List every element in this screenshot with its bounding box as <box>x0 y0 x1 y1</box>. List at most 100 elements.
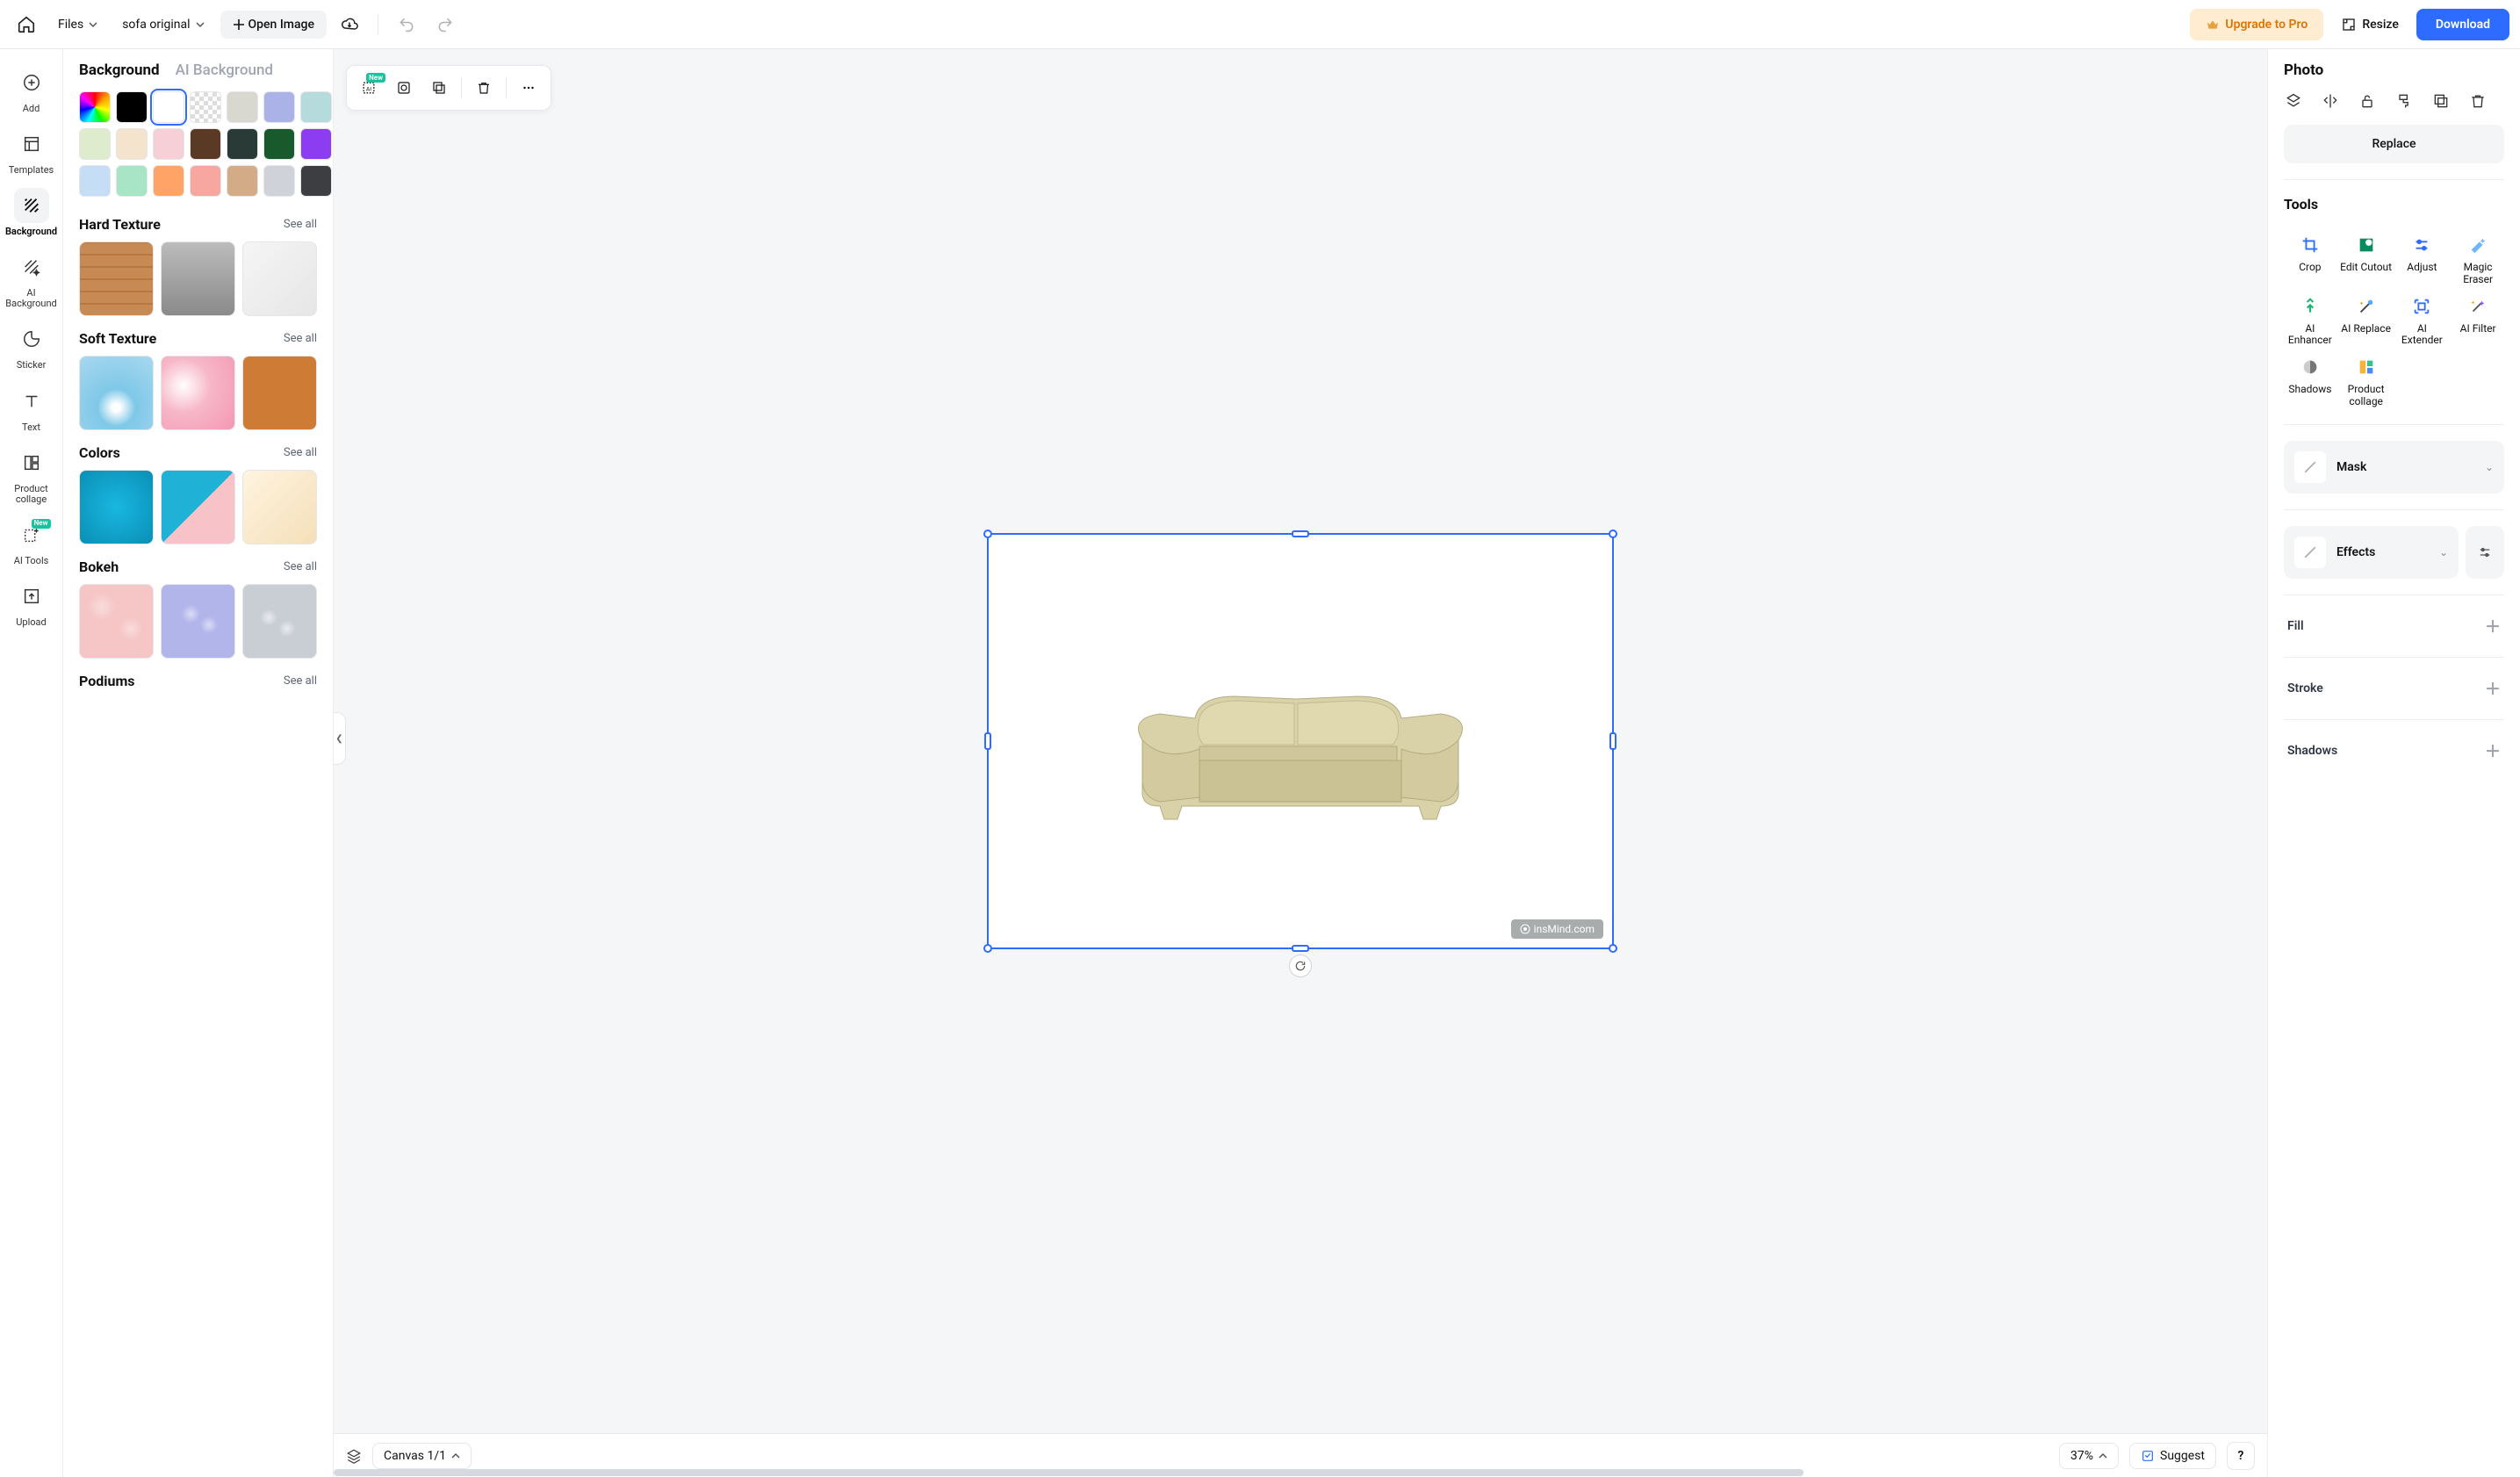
download-button[interactable]: Download <box>2416 9 2509 40</box>
rail-item-text[interactable]: Text <box>0 378 62 438</box>
color-swatch[interactable] <box>153 91 184 123</box>
rail-item-templates[interactable]: Templates <box>0 121 62 181</box>
bg-thumb-concrete[interactable] <box>161 241 235 316</box>
effects-adjust-button[interactable] <box>2466 526 2504 579</box>
canvas-selector[interactable]: Canvas 1/1 <box>372 1443 472 1469</box>
resize-handle-tr[interactable] <box>1609 530 1617 538</box>
stroke-row[interactable]: Stroke ＋ <box>2284 674 2504 703</box>
bg-thumb-leather[interactable] <box>242 356 317 430</box>
rail-item-ai-background[interactable]: AI Background <box>0 244 62 314</box>
mask-button[interactable] <box>387 71 421 104</box>
resize-handle-tl[interactable] <box>983 530 992 538</box>
tab-background[interactable]: Background <box>79 61 160 79</box>
see-all-link[interactable]: See all <box>284 218 317 231</box>
more-button[interactable] <box>512 71 545 104</box>
color-swatch[interactable] <box>153 165 184 197</box>
color-swatch[interactable] <box>190 91 221 123</box>
layers-button[interactable] <box>346 1448 362 1464</box>
zoom-selector[interactable]: 37% <box>2059 1443 2119 1469</box>
color-swatch[interactable] <box>227 165 258 197</box>
tool-crop[interactable]: Crop <box>2284 234 2336 286</box>
bg-thumb-split[interactable] <box>161 470 235 544</box>
color-swatch[interactable] <box>116 91 148 123</box>
resize-handle-br[interactable] <box>1609 944 1617 953</box>
lock-button[interactable] <box>2358 91 2377 111</box>
flip-button[interactable] <box>2321 91 2340 111</box>
tool-ai-filter[interactable]: AI Filter <box>2452 295 2504 348</box>
see-all-link[interactable]: See all <box>284 446 317 459</box>
resize-handle-b[interactable] <box>1292 945 1309 952</box>
resize-handle-r[interactable] <box>1609 732 1616 750</box>
see-all-link[interactable]: See all <box>284 674 317 688</box>
open-image-button[interactable]: Open Image <box>220 11 327 39</box>
see-all-link[interactable]: See all <box>284 332 317 345</box>
color-swatch[interactable] <box>263 91 295 123</box>
color-swatch[interactable] <box>190 165 221 197</box>
color-swatch[interactable] <box>79 91 111 123</box>
redo-button[interactable] <box>429 9 461 40</box>
tool-edit-cutout[interactable]: Edit Cutout <box>2340 234 2393 286</box>
canvas[interactable]: insMind.com <box>989 535 1612 947</box>
color-swatch[interactable] <box>227 128 258 160</box>
delete-button[interactable] <box>467 71 500 104</box>
horizontal-scrollbar[interactable] <box>334 1469 2267 1476</box>
replace-button[interactable]: Replace <box>2284 125 2504 163</box>
rail-item-ai-tools[interactable]: New AI Tools <box>0 512 62 572</box>
color-swatch[interactable] <box>79 128 111 160</box>
mask-accordion[interactable]: Mask ⌄ <box>2284 441 2504 494</box>
color-swatch[interactable] <box>263 128 295 160</box>
filename-dropdown[interactable]: sofa original <box>113 12 212 37</box>
bg-thumb-bokeh-pink[interactable] <box>79 584 154 659</box>
bg-thumb-silk[interactable] <box>161 356 235 430</box>
bg-thumb-water[interactable] <box>79 356 154 430</box>
tool-ai-replace[interactable]: AI Replace <box>2340 295 2393 348</box>
color-swatch[interactable] <box>116 128 148 160</box>
cloud-sync-button[interactable] <box>334 9 365 40</box>
color-swatch[interactable] <box>300 91 332 123</box>
fill-row[interactable]: Fill ＋ <box>2284 611 2504 641</box>
trash-button[interactable] <box>2468 91 2488 111</box>
home-button[interactable] <box>11 9 42 40</box>
canvas-viewport[interactable]: AI New <box>334 49 2267 1433</box>
resize-handle-t[interactable] <box>1292 530 1309 537</box>
color-swatch[interactable] <box>300 165 332 197</box>
bg-thumb-bokeh-purple[interactable] <box>161 584 235 659</box>
see-all-link[interactable]: See all <box>284 560 317 573</box>
tab-ai-background[interactable]: AI Background <box>176 61 273 79</box>
sofa-image[interactable] <box>1094 657 1507 841</box>
color-swatch[interactable] <box>79 165 111 197</box>
shadows-row[interactable]: Shadows ＋ <box>2284 736 2504 766</box>
rail-item-add[interactable]: Add <box>0 60 62 119</box>
color-swatch[interactable] <box>227 91 258 123</box>
format-paint-button[interactable] <box>2394 91 2414 111</box>
color-swatch[interactable] <box>153 128 184 160</box>
layer-order-button[interactable] <box>2284 91 2303 111</box>
color-swatch[interactable] <box>116 165 148 197</box>
help-button[interactable]: ? <box>2227 1442 2255 1470</box>
copy-button[interactable] <box>2431 91 2451 111</box>
color-swatch[interactable] <box>300 128 332 160</box>
rotate-handle[interactable] <box>1289 955 1312 977</box>
resize-button[interactable]: Resize <box>2330 10 2409 40</box>
tool-adjust[interactable]: Adjust <box>2396 234 2449 286</box>
tool-magic-eraser[interactable]: Magic Eraser <box>2452 234 2504 286</box>
resize-handle-l[interactable] <box>984 732 991 750</box>
bg-thumb-marble[interactable] <box>242 241 317 316</box>
rail-item-sticker[interactable]: Sticker <box>0 316 62 376</box>
rail-item-upload[interactable]: Upload <box>0 573 62 633</box>
upgrade-button[interactable]: Upgrade to Pro <box>2190 9 2323 40</box>
bg-thumb-bokeh-grey[interactable] <box>242 584 317 659</box>
color-swatch[interactable] <box>190 128 221 160</box>
bg-thumb-wood[interactable] <box>79 241 154 316</box>
tool-shadows[interactable]: Shadows <box>2284 356 2336 408</box>
tool-ai-extender[interactable]: AI Extender <box>2396 295 2449 348</box>
tool-ai-enhancer[interactable]: AI Enhancer <box>2284 295 2336 348</box>
tool-product-collage[interactable]: Product collage <box>2340 356 2393 408</box>
bg-thumb-cyan[interactable] <box>79 470 154 544</box>
files-dropdown[interactable]: Files <box>49 12 106 37</box>
duplicate-button[interactable] <box>422 71 456 104</box>
collapse-panel-handle[interactable]: ❮ <box>334 712 346 765</box>
bg-thumb-pastel[interactable] <box>242 470 317 544</box>
rail-item-product-collage[interactable]: Product collage <box>0 440 62 510</box>
suggest-button[interactable]: Suggest <box>2129 1443 2216 1469</box>
